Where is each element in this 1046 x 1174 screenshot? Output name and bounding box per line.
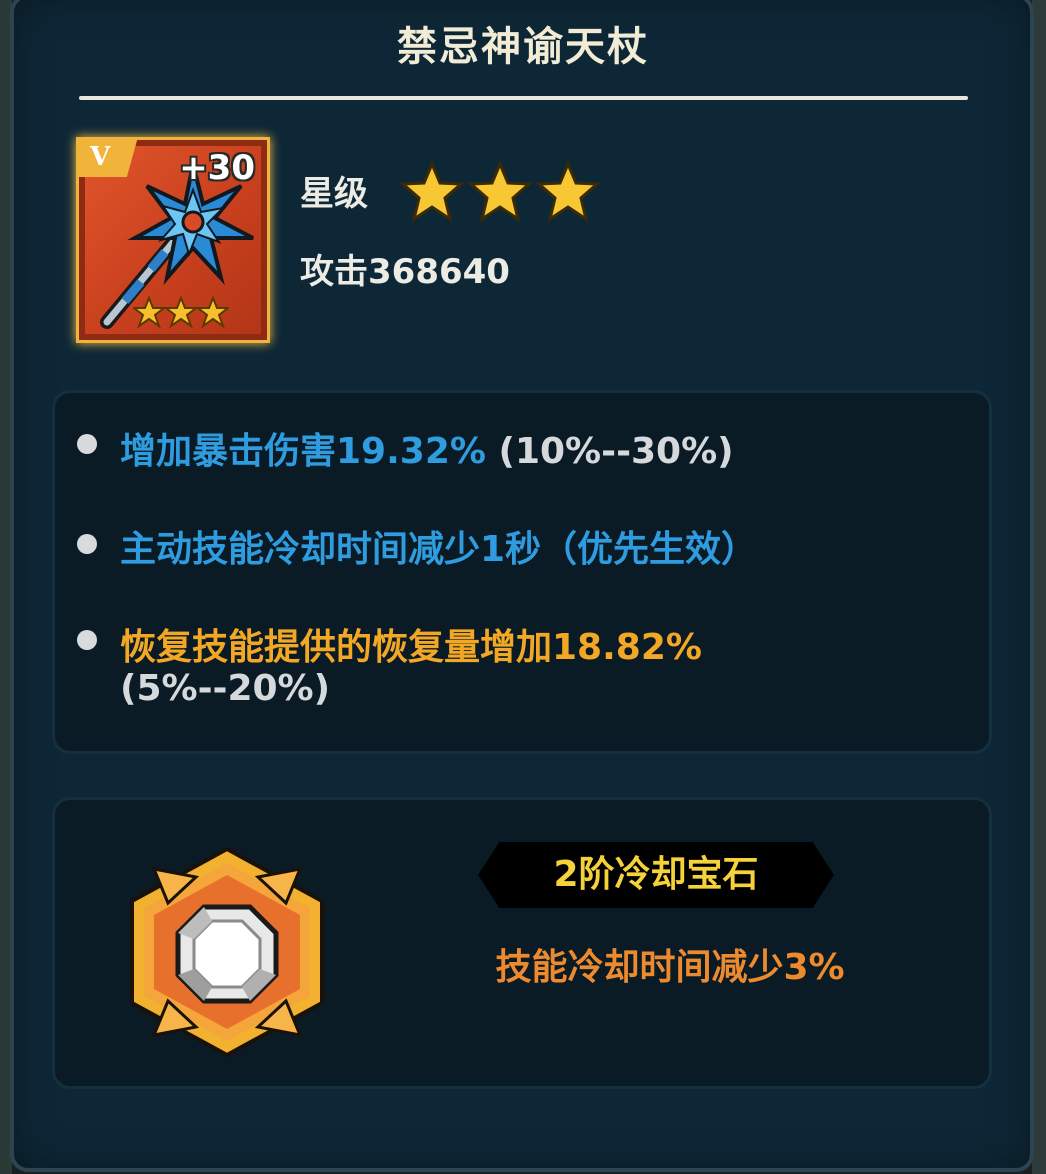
star-rating	[400, 160, 600, 223]
gem-name: 2阶冷却宝石	[553, 854, 759, 895]
star-icon	[400, 160, 465, 223]
item-title: 禁忌神谕天杖	[397, 24, 649, 70]
stat-range: (10%--30%)	[498, 431, 734, 472]
gem-description: 技能冷却时间减少3%	[495, 947, 845, 988]
stat-bullet-icon	[77, 630, 97, 650]
stat-line-3: 恢复技能提供的恢复量增加18.82%	[120, 618, 702, 670]
stat-main: 恢复技能提供的恢复量增加18.82%	[120, 627, 702, 668]
white-diamond-gem-icon[interactable]	[124, 845, 330, 1059]
stat-bullet-icon	[77, 434, 97, 454]
title-divider	[79, 96, 968, 100]
stat-range: (5%--20%)	[120, 668, 331, 709]
stat-main: 增加暴击伤害19.32%	[120, 431, 486, 472]
star-icon	[535, 160, 600, 223]
star-level-label: 星级	[300, 174, 368, 214]
background-edge-right	[1032, 0, 1046, 1174]
stat-line-2: 主动技能冷却时间减少1秒（优先生效）	[120, 520, 757, 572]
stat-main: 主动技能冷却时间减少1秒（优先生效）	[120, 529, 758, 570]
attack-value: 攻击368640	[300, 252, 510, 292]
star-icon	[467, 160, 533, 223]
stat-line-1: 增加暴击伤害19.32% (10%--30%)	[120, 422, 734, 474]
item-icon-frame[interactable]: V +30	[76, 137, 270, 343]
item-icon-stars	[133, 296, 229, 329]
stat-bullet-icon	[77, 534, 97, 554]
enhance-level: +30	[179, 148, 255, 188]
